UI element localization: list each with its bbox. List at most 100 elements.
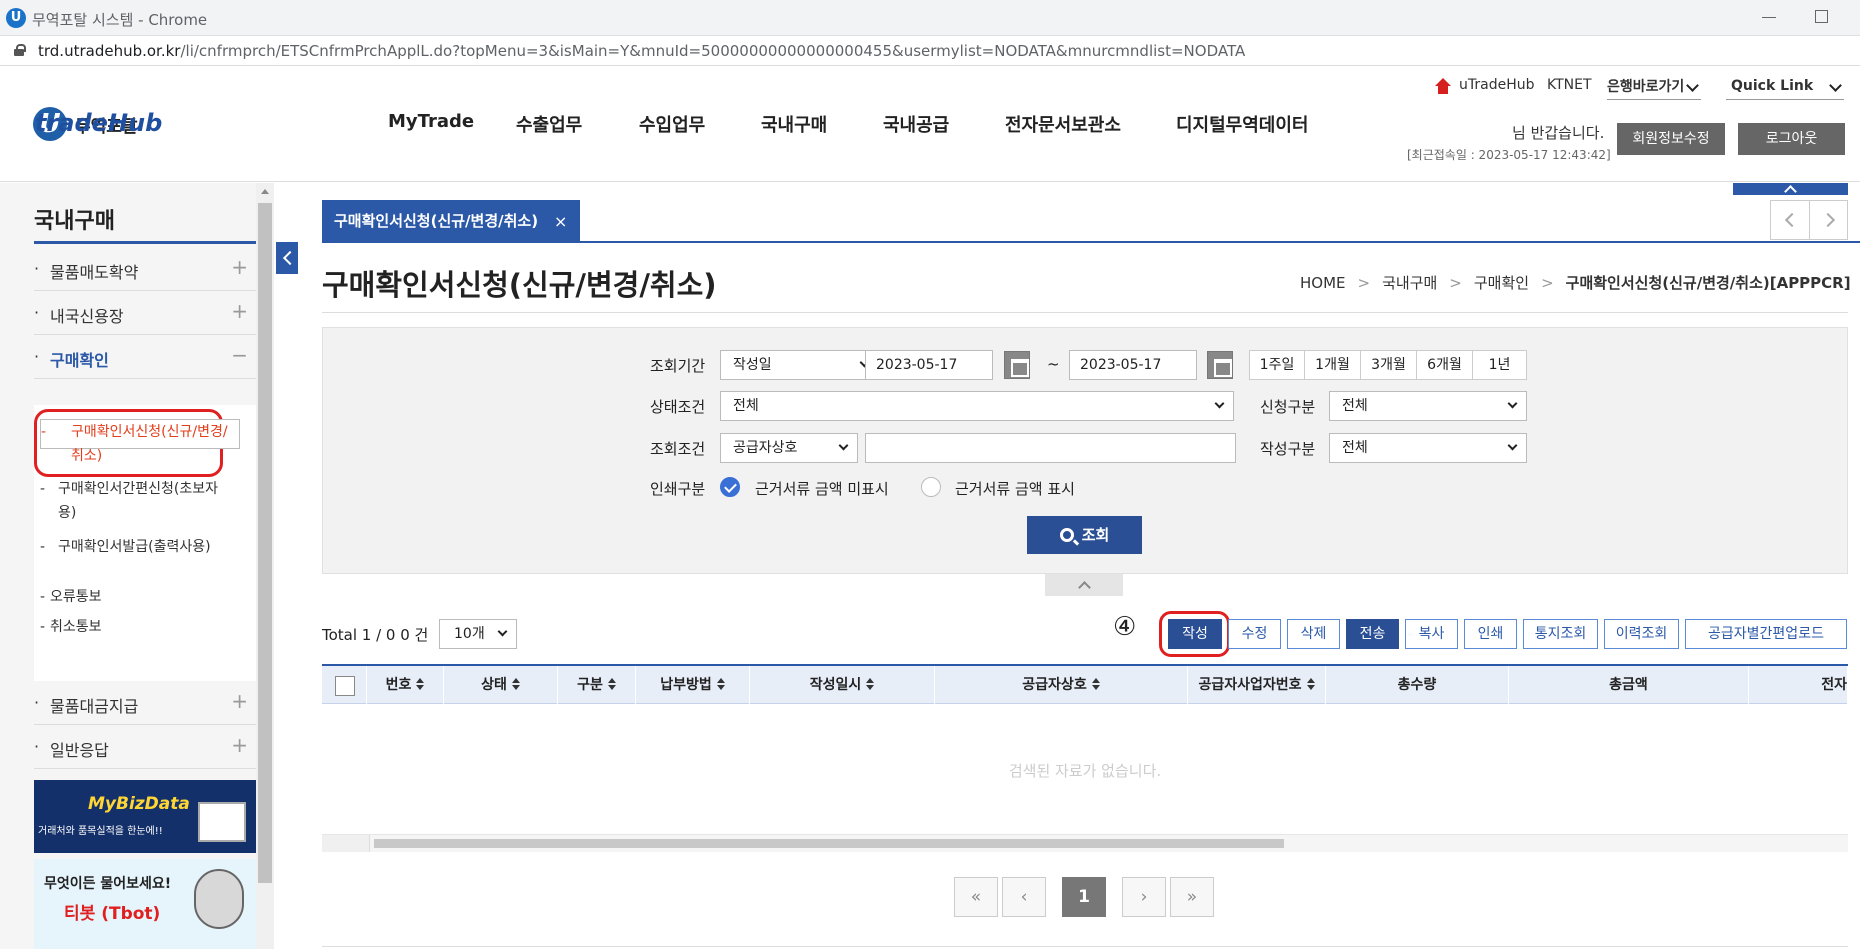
col-supplier-name[interactable]: 공급자상호: [935, 666, 1188, 704]
period-type-select[interactable]: 작성일: [720, 350, 879, 380]
print-option-hide-label[interactable]: 근거서류 금액 미표시: [755, 478, 889, 499]
submenu-error-notice[interactable]: - 오류통보: [40, 585, 240, 609]
sidebar-title-divider: [34, 241, 256, 244]
period-6month-button[interactable]: 6개월: [1416, 350, 1473, 380]
expand-icon[interactable]: +: [231, 299, 248, 323]
supplier-upload-button[interactable]: 공급자별간편업로드: [1685, 619, 1847, 649]
scroll-up-icon[interactable]: [261, 189, 269, 194]
table-hscrollbar[interactable]: [322, 834, 1848, 852]
bank-shortcut-select[interactable]: 은행바로가기: [1607, 76, 1701, 100]
period-1month-button[interactable]: 1개월: [1304, 350, 1361, 380]
page-size-select[interactable]: 10개: [439, 619, 517, 649]
pager-first[interactable]: «: [954, 877, 998, 917]
chevron-right-icon[interactable]: [1820, 212, 1836, 228]
sidebar-item-label: 구매확인: [50, 351, 109, 370]
chevron-left-icon[interactable]: [1784, 212, 1800, 228]
scrollbar-thumb[interactable]: [374, 839, 1284, 848]
period-1year-button[interactable]: 1년: [1472, 350, 1527, 380]
edit-button[interactable]: 수정: [1228, 619, 1281, 649]
submenu-simple-apply[interactable]: - 구매확인서간편신청(초보자용): [40, 477, 240, 525]
col-supplier-bizno[interactable]: 공급자사업자번호: [1188, 666, 1326, 704]
maximize-icon[interactable]: [1815, 10, 1828, 23]
print-option-show-label[interactable]: 근거서류 금액 표시: [955, 478, 1075, 499]
breadcrumb-domestic-purchase[interactable]: 국내구매: [1382, 274, 1437, 292]
home-icon[interactable]: [1434, 78, 1452, 94]
edit-member-button[interactable]: 회원정보수정: [1617, 123, 1725, 155]
col-payment-method[interactable]: 납부방법: [636, 666, 750, 704]
chevron-down-icon: [838, 440, 849, 451]
breadcrumb-home[interactable]: HOME: [1300, 274, 1346, 292]
mybizdata-banner[interactable]: MyBizData 거래처와 품목실적을 한눈에!!: [34, 780, 256, 853]
chevron-down-icon: [1214, 398, 1225, 409]
quick-link-select[interactable]: Quick Link: [1726, 76, 1844, 100]
tab-purchase-confirm-apply[interactable]: 구매확인서신청(신규/변경/취소) ×: [322, 200, 580, 243]
pager-page-1[interactable]: 1: [1062, 877, 1106, 917]
close-icon[interactable]: ×: [554, 200, 567, 243]
expand-icon[interactable]: +: [231, 733, 248, 757]
col-created-at[interactable]: 작성일시: [750, 666, 935, 704]
col-number[interactable]: 번호: [367, 666, 444, 704]
util-utradehub[interactable]: uTradeHub: [1459, 77, 1535, 93]
gnb-mytrade[interactable]: MyTrade: [388, 111, 474, 132]
calendar-icon[interactable]: [1207, 351, 1233, 379]
sidebar-item-general-response[interactable]: · 일반응답 +: [34, 725, 256, 769]
write-type-value: 전체: [1342, 440, 1368, 456]
gnb-digital-trade-data[interactable]: 디지털무역데이터: [1176, 111, 1308, 137]
pager-prev[interactable]: ‹: [1002, 877, 1046, 917]
breadcrumb-purchase-confirm[interactable]: 구매확인: [1474, 274, 1529, 292]
write-type-select[interactable]: 전체: [1329, 433, 1527, 463]
select-all-checkbox[interactable]: [335, 676, 355, 696]
submenu-issue[interactable]: - 구매확인서발급(출력사용): [40, 535, 240, 559]
scrollbar-thumb[interactable]: [258, 203, 272, 883]
apply-type-select[interactable]: 전체: [1329, 391, 1527, 421]
gnb-import[interactable]: 수입업무: [639, 111, 705, 137]
expand-icon[interactable]: +: [231, 255, 248, 279]
fold-search-button[interactable]: [1045, 574, 1123, 596]
print-option-show-radio[interactable]: [921, 477, 941, 497]
address-bar[interactable]: trd.utradehub.or.kr/li/cnfrmprch/ETSCnfr…: [0, 36, 1860, 66]
gnb-e-archive[interactable]: 전자문서보관소: [1005, 111, 1121, 137]
collapse-sidebar-button[interactable]: [276, 242, 298, 274]
url-text[interactable]: trd.utradehub.or.kr/li/cnfrmprch/ETSCnfr…: [38, 42, 1245, 60]
gnb-domestic-purchase[interactable]: 국내구매: [761, 111, 827, 137]
copy-button[interactable]: 복사: [1405, 619, 1458, 649]
sidebar-scrollbar[interactable]: [256, 183, 274, 949]
tbot-banner[interactable]: 무엇이든 물어보세요! 티봇 (Tbot): [34, 859, 256, 949]
expand-icon[interactable]: +: [231, 689, 248, 713]
print-option-hide-radio[interactable]: [720, 477, 740, 497]
gnb-export[interactable]: 수출업무: [516, 111, 582, 137]
history-lookup-button[interactable]: 이력조회: [1604, 619, 1679, 649]
notice-lookup-button[interactable]: 통지조회: [1523, 619, 1598, 649]
submenu-cancel-notice[interactable]: - 취소통보: [40, 615, 240, 639]
sidebar-item-local-lc[interactable]: · 내국신용장 +: [34, 291, 256, 335]
collapse-icon[interactable]: −: [231, 343, 248, 367]
condition-select[interactable]: 공급자상호: [720, 433, 858, 463]
search-button[interactable]: 조회: [1027, 516, 1142, 554]
sidebar-item-label: 일반응답: [50, 741, 109, 760]
col-status[interactable]: 상태: [444, 666, 558, 704]
status-select[interactable]: 전체: [720, 391, 1234, 421]
sidebar-item-goods-offer[interactable]: · 물품매도확약 +: [34, 247, 256, 291]
date-to-input[interactable]: 2023-05-17: [1069, 350, 1197, 380]
condition-input[interactable]: [865, 433, 1236, 463]
print-button[interactable]: 인쇄: [1464, 619, 1517, 649]
col-type[interactable]: 구분: [558, 666, 636, 704]
pager-next[interactable]: ›: [1122, 877, 1166, 917]
delete-button[interactable]: 삭제: [1287, 619, 1340, 649]
minimize-icon[interactable]: [1762, 17, 1776, 18]
util-ktnet[interactable]: KTNET: [1547, 77, 1592, 93]
submenu-apply[interactable]: - 구매확인서신청(신규/변경/취소): [40, 419, 240, 464]
collapse-header-button[interactable]: [1733, 183, 1848, 195]
sidebar: 국내구매 · 물품매도확약 + · 내국신용장 + · 구매확인 − - 구매확인…: [0, 183, 262, 949]
logout-button[interactable]: 로그아웃: [1738, 123, 1845, 155]
gnb-domestic-supply[interactable]: 국내공급: [883, 111, 949, 137]
pager-last[interactable]: »: [1170, 877, 1214, 917]
sidebar-item-payment[interactable]: · 물품대금지급 +: [34, 681, 256, 725]
calendar-icon[interactable]: [1004, 351, 1030, 379]
period-3month-button[interactable]: 3개월: [1360, 350, 1417, 380]
date-from-input[interactable]: 2023-05-17: [865, 350, 993, 380]
sort-icon: [511, 678, 520, 690]
send-button[interactable]: 전송: [1346, 619, 1399, 649]
sidebar-item-purchase-confirm[interactable]: · 구매확인 −: [34, 335, 256, 379]
period-1week-button[interactable]: 1주일: [1249, 350, 1305, 380]
